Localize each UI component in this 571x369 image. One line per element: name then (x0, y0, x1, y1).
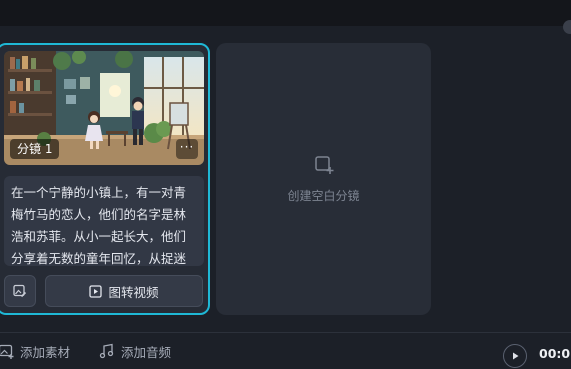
add-material-icon (0, 344, 14, 359)
add-square-icon (315, 156, 334, 174)
add-audio-label: 添加音频 (121, 344, 172, 360)
add-material-label: 添加素材 (20, 344, 71, 360)
edit-image-button[interactable] (4, 275, 36, 307)
convert-label: 图转视频 (108, 284, 159, 300)
add-audio-button[interactable]: 添加音频 (99, 333, 171, 369)
top-bar (0, 0, 571, 34)
image-to-video-button[interactable]: 图转视频 (45, 275, 203, 307)
scene-description[interactable]: 在一个宁静的小镇上，有一对青梅竹马的恋人，他们的名字是林浩和苏菲。从小一起长大，… (4, 176, 204, 266)
more-options-button[interactable]: ··· (176, 139, 198, 159)
music-note-icon (99, 343, 114, 359)
image-edit-icon (13, 284, 27, 298)
play-icon (513, 352, 519, 360)
window-control[interactable] (563, 20, 571, 34)
scene-label: 分镜 1 (10, 139, 60, 159)
play-button[interactable] (503, 344, 527, 368)
scene-card[interactable]: 分镜 1 ··· 在一个宁静的小镇上，有一对青梅竹马的恋人，他们的名字是林浩和苏… (0, 43, 210, 315)
timecode: 00:02 (539, 346, 571, 361)
scene-thumbnail[interactable]: 分镜 1 ··· (4, 51, 204, 165)
add-material-button[interactable]: 添加素材 (0, 333, 70, 369)
create-blank-scene-card[interactable]: 创建空白分镜 (216, 43, 431, 315)
bottom-toolbar: 添加素材 添加音频 00:02 (0, 332, 571, 369)
play-square-icon (89, 284, 103, 298)
create-blank-scene-label: 创建空白分镜 (287, 189, 360, 203)
